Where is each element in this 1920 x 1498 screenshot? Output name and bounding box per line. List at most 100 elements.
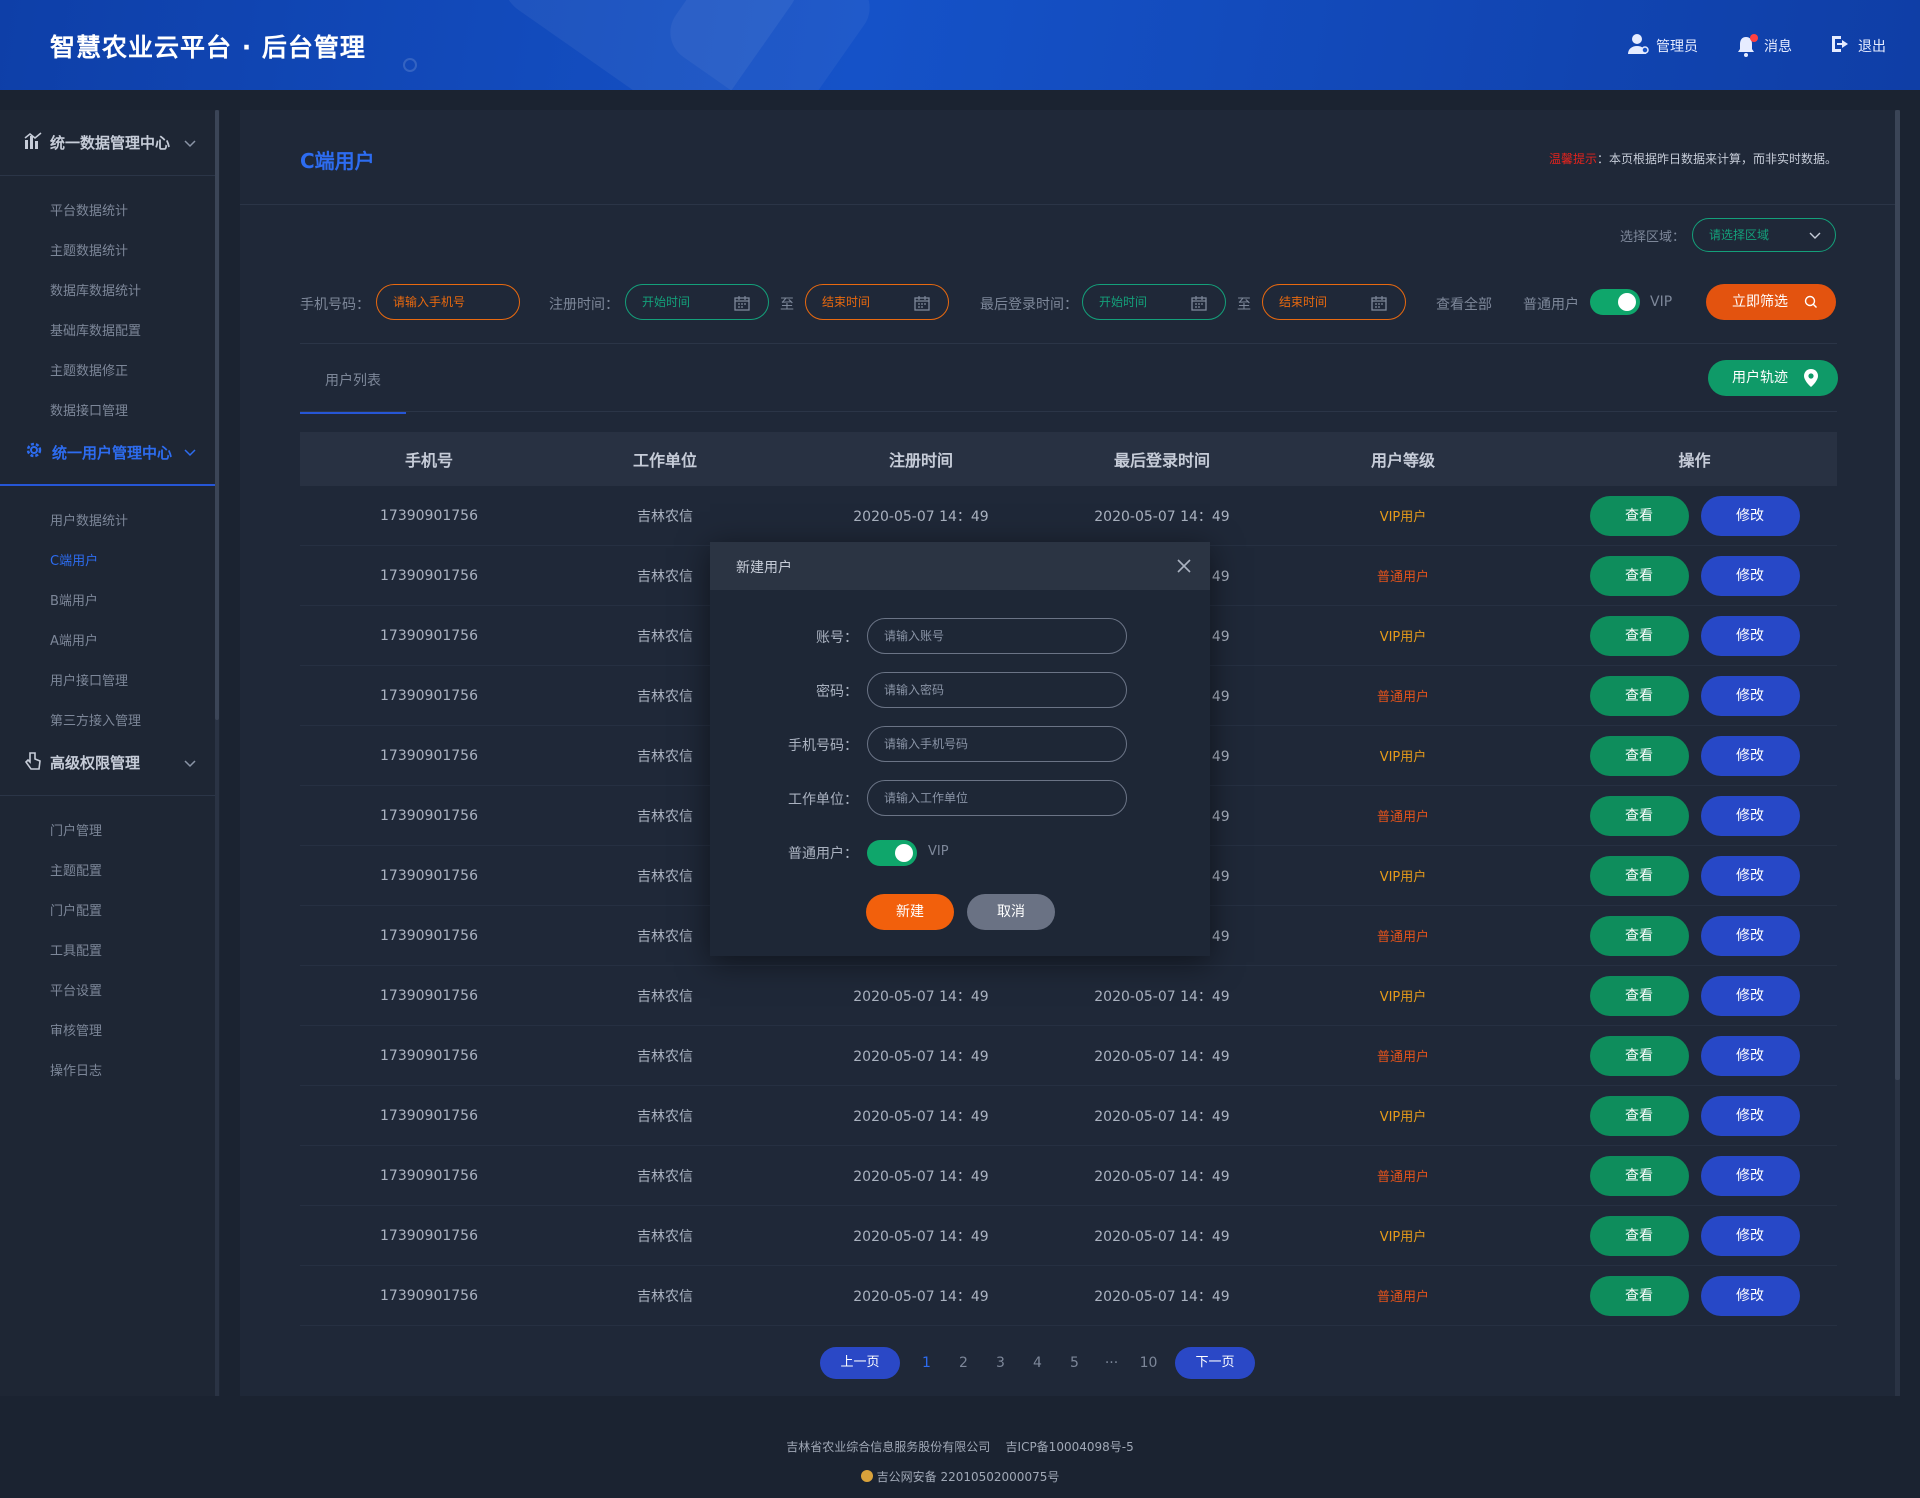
user-track-button[interactable]: 用户轨迹 [1708,360,1838,396]
sidebar-item[interactable]: 用户接口管理 [0,662,215,702]
bell-icon [1734,34,1758,58]
sidebar-group-header-user[interactable]: 统一用户管理中心 [0,420,215,486]
user-type-toggle[interactable] [867,840,917,866]
sidebar-items: 门户管理 主题配置 门户配置 工具配置 平台设置 审核管理 操作日志 [0,796,215,1092]
sidebar-item[interactable]: 门户配置 [0,892,215,932]
page-number[interactable]: 2 [945,1355,982,1371]
edit-button[interactable]: 修改 [1700,555,1800,596]
org-input[interactable]: 请输入工作单位 [867,780,1127,816]
page-number[interactable]: 10 [1130,1355,1167,1371]
view-button[interactable]: 查看 [1589,735,1689,776]
phone-input[interactable]: 请输入手机号码 [867,726,1127,762]
column-header: 操作 [1678,451,1711,470]
main-scrollbar[interactable] [1895,110,1900,1396]
sidebar-group-header-data[interactable]: 统一数据管理中心 [0,110,215,176]
edit-button[interactable]: 修改 [1700,675,1800,716]
edit-button[interactable]: 修改 [1700,735,1800,776]
sidebar-item[interactable]: 主题数据修正 [0,352,215,392]
login-start-input[interactable]: 开始时间 [1082,284,1226,320]
sidebar-item[interactable]: 审核管理 [0,1012,215,1052]
next-page-button[interactable]: 下一页 [1175,1347,1255,1379]
admin-button[interactable]: 管理员 [1626,32,1698,60]
edit-button[interactable]: 修改 [1700,1275,1800,1316]
edit-button[interactable]: 修改 [1700,915,1800,956]
view-button[interactable]: 查看 [1589,495,1689,536]
view-button[interactable]: 查看 [1589,1215,1689,1256]
sidebar-item[interactable]: 主题配置 [0,852,215,892]
placeholder: 请输入手机号码 [884,737,969,751]
phone-filter-input[interactable]: 请输入手机号 [376,284,520,320]
cancel-button[interactable]: 取消 [967,894,1055,930]
account-input[interactable]: 请输入账号 [867,618,1127,654]
logout-button[interactable]: 退出 [1828,32,1886,60]
view-button[interactable]: 查看 [1589,1095,1689,1136]
view-button[interactable]: 查看 [1589,1035,1689,1076]
view-button[interactable]: 查看 [1589,975,1689,1016]
divider [300,343,1837,344]
sidebar-item[interactable]: 平台设置 [0,972,215,1012]
sidebar-item-c-users[interactable]: C端用户 [0,542,215,582]
edit-button[interactable]: 修改 [1700,1095,1800,1136]
edit-button[interactable]: 修改 [1700,1215,1800,1256]
notification-dot [1750,34,1758,42]
login-end-input[interactable]: 结束时间 [1262,284,1406,320]
sidebar-item[interactable]: A端用户 [0,622,215,662]
filter-submit-button[interactable]: 立即筛选 [1706,284,1836,320]
page-number[interactable]: 5 [1056,1355,1093,1371]
sidebar-items: 用户数据统计 C端用户 B端用户 A端用户 用户接口管理 第三方接入管理 [0,486,215,742]
view-button[interactable]: 查看 [1589,555,1689,596]
reg-start-input[interactable]: 开始时间 [625,284,769,320]
sidebar-item[interactable]: 数据库数据统计 [0,272,215,312]
scrollbar-thumb[interactable] [1895,110,1900,1080]
sidebar-item[interactable]: 主题数据统计 [0,232,215,272]
page-number[interactable]: 3 [982,1355,1019,1371]
sidebar-group-permission: 高级权限管理 门户管理 主题配置 门户配置 工具配置 平台设置 审核管理 操作日… [0,730,215,1092]
reg-end-input[interactable]: 结束时间 [805,284,949,320]
to-label: 至 [780,297,794,313]
sidebar-group-header-permission[interactable]: 高级权限管理 [0,730,215,796]
edit-button[interactable]: 修改 [1700,495,1800,536]
prev-page-button[interactable]: 上一页 [820,1347,900,1379]
edit-button[interactable]: 修改 [1700,975,1800,1016]
sidebar-item[interactable]: 用户数据统计 [0,502,215,542]
view-button[interactable]: 查看 [1589,795,1689,836]
view-button[interactable]: 查看 [1589,675,1689,716]
edit-button[interactable]: 修改 [1700,795,1800,836]
edit-button[interactable]: 修改 [1700,855,1800,896]
password-input[interactable]: 请输入密码 [867,672,1127,708]
sidebar-item[interactable]: 门户管理 [0,812,215,852]
messages-button[interactable]: 消息 [1734,32,1792,60]
view-button[interactable]: 查看 [1589,1275,1689,1316]
reg-time-cell: 2020-05-07 14：49 [853,988,989,1005]
sidebar-item[interactable]: 平台数据统计 [0,192,215,232]
create-button[interactable]: 新建 [866,894,954,930]
edit-button[interactable]: 修改 [1700,1155,1800,1196]
sidebar-scrollbar[interactable] [215,110,219,1396]
sidebar-item[interactable]: 基础库数据配置 [0,312,215,352]
user-type-toggle[interactable] [1590,289,1640,315]
view-button[interactable]: 查看 [1589,915,1689,956]
view-button[interactable]: 查看 [1589,615,1689,656]
view-button[interactable]: 查看 [1589,1155,1689,1196]
sidebar-item[interactable]: 工具配置 [0,932,215,972]
page-number[interactable]: ··· [1093,1355,1130,1371]
phone-cell: 17390901756 [380,1107,478,1124]
table-row: 17390901756 吉林农信 2020-05-07 14：49 2020-05-0… [300,1206,1837,1266]
sidebar-item[interactable]: 操作日志 [0,1052,215,1092]
close-icon[interactable] [1176,558,1192,574]
view-button[interactable]: 查看 [1589,855,1689,896]
page-number[interactable]: 1 [908,1355,945,1371]
view-all-link[interactable]: 查看全部 [1436,294,1492,314]
edit-button[interactable]: 修改 [1700,615,1800,656]
scrollbar-thumb[interactable] [215,110,219,720]
region-label: 选择区域： [1620,230,1686,245]
actions-cell: 查看 修改 [1552,1035,1837,1076]
sidebar-item[interactable]: B端用户 [0,582,215,622]
edit-button[interactable]: 修改 [1700,1035,1800,1076]
column-header: 手机号 [404,451,453,470]
actions-cell: 查看 修改 [1552,615,1837,656]
region-select[interactable]: 请选择区域 [1692,218,1836,252]
page-number[interactable]: 4 [1019,1355,1056,1371]
level-cell: VIP用户 [1379,870,1427,885]
tab-user-list[interactable]: 用户列表 [300,360,406,414]
